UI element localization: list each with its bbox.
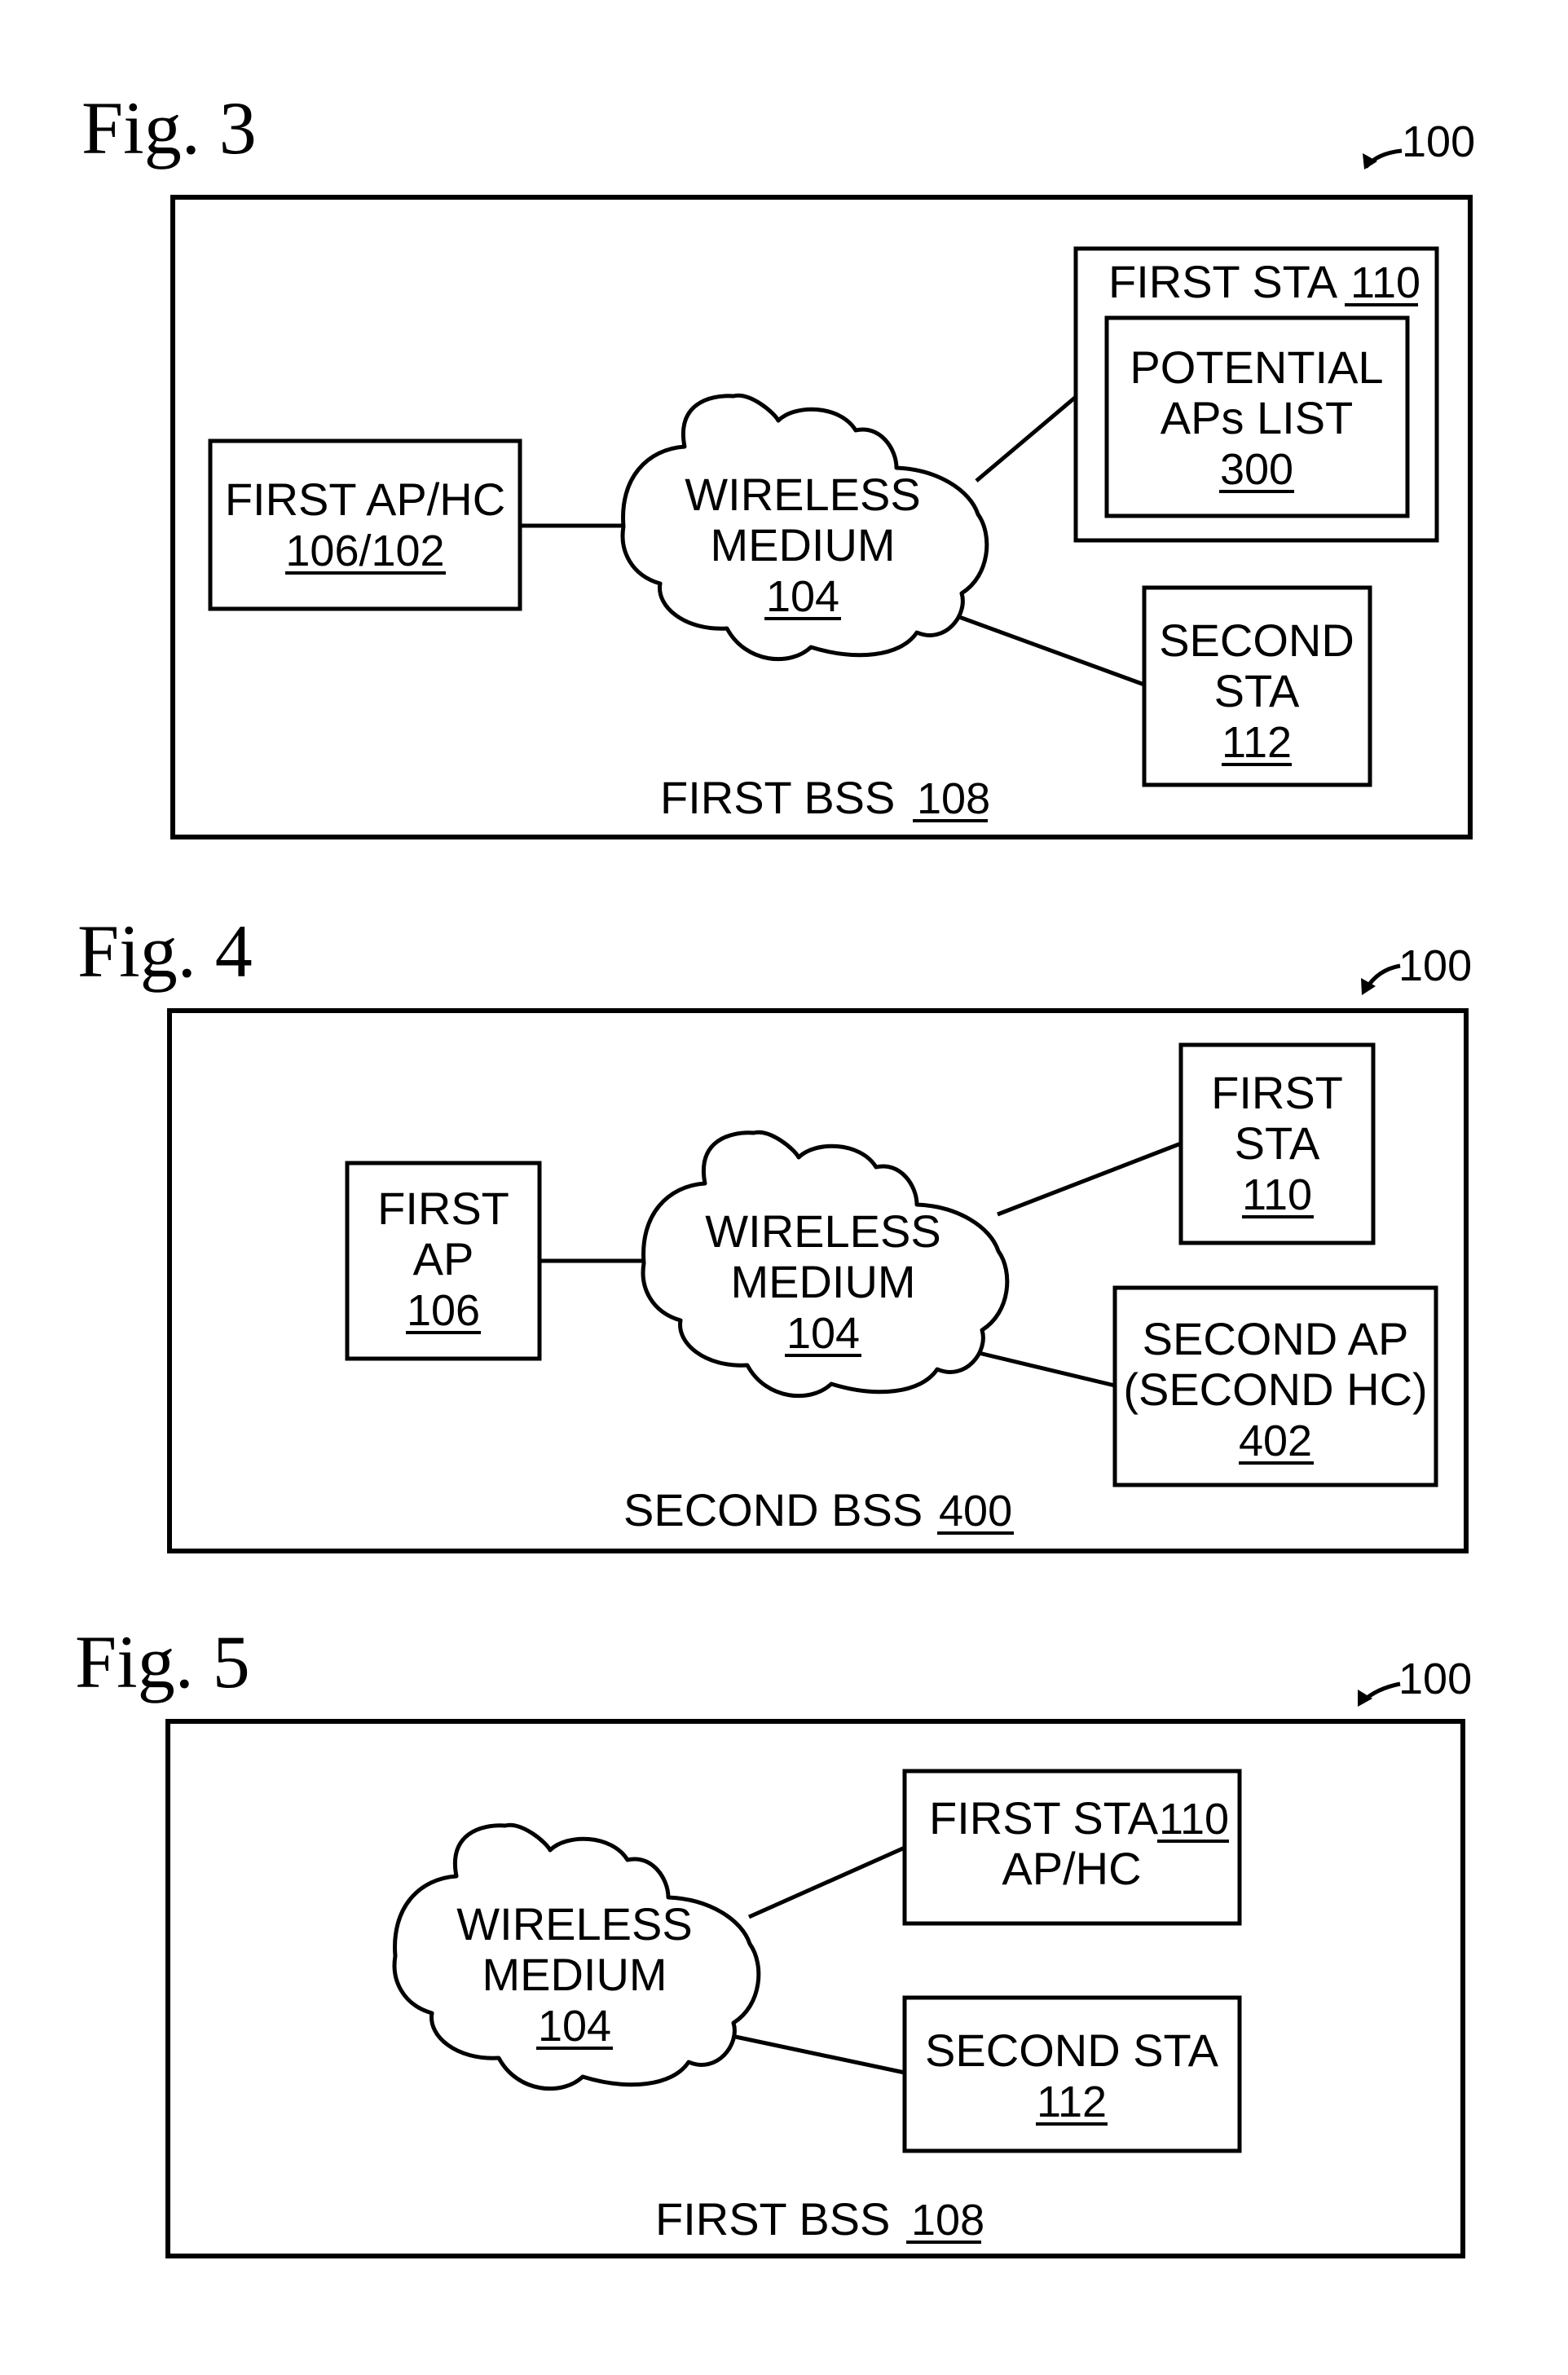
figure-4-ref-100: 100 bbox=[1361, 941, 1472, 995]
figure-4-title: Fig. 4 bbox=[77, 910, 253, 993]
figure-5: Fig. 5 100 WIRELESS MEDIUM 104 FIRST STA… bbox=[75, 1620, 1472, 2258]
node-label-line2: STA bbox=[1235, 1117, 1320, 1169]
node-ref: 106/102 bbox=[285, 527, 444, 575]
node-label-line1: FIRST bbox=[1211, 1067, 1343, 1118]
cloud-label-line2: MEDIUM bbox=[730, 1256, 915, 1307]
second-ap-node: SECOND AP (SECOND HC) 402 bbox=[1112, 1285, 1438, 1487]
node-label-line2: STA bbox=[1214, 665, 1300, 716]
cloud-ref: 104 bbox=[538, 2002, 611, 2051]
node-ref: 402 bbox=[1239, 1417, 1312, 1465]
arrowhead-icon bbox=[1358, 1690, 1372, 1707]
second-sta-node: SECOND STA 112 bbox=[1142, 585, 1372, 787]
bss-name: SECOND BSS bbox=[623, 1484, 923, 1536]
first-ap-hc-box bbox=[208, 438, 522, 611]
figure-ref-label: 100 bbox=[1398, 1655, 1472, 1703]
bss-name: FIRST BSS bbox=[655, 2193, 890, 2245]
node-label: FIRST AP/HC bbox=[225, 474, 505, 525]
link-cloud-first-sta bbox=[997, 1141, 1182, 1217]
node-label-line2: AP bbox=[413, 1233, 474, 1284]
patent-drawing-sheet: Fig. 3 100 FIRST AP/HC 106/102 WIRELESS … bbox=[75, 86, 1475, 2258]
node-label-line2: AP/HC bbox=[1002, 1843, 1141, 1894]
cloud-ref: 104 bbox=[786, 1309, 860, 1358]
node-ref: 112 bbox=[1037, 2078, 1107, 2126]
node-label-line1: SECOND bbox=[1159, 615, 1354, 666]
node-ref: 110 bbox=[1350, 258, 1420, 307]
first-sta-node: FIRST STA 110 POTENTIAL APs LIST 300 bbox=[1073, 246, 1439, 543]
link-cloud-first-sta bbox=[975, 395, 1077, 482]
node-label: FIRST STA bbox=[1108, 256, 1338, 307]
first-ap-node: FIRST AP 106 bbox=[345, 1161, 542, 1361]
link-cloud-second-sta bbox=[727, 2033, 905, 2075]
first-sta-node: FIRST STA 110 bbox=[1178, 1042, 1376, 1245]
figure-5-title: Fig. 5 bbox=[75, 1620, 250, 1703]
figure-3-title: Fig. 3 bbox=[81, 86, 257, 170]
arrowhead-icon bbox=[1363, 153, 1377, 170]
first-sta-ap-hc-node: FIRST STA 110 AP/HC bbox=[902, 1769, 1242, 1926]
node-label: SECOND STA bbox=[925, 2025, 1219, 2076]
first-ap-hc-node: FIRST AP/HC 106/102 bbox=[208, 438, 522, 611]
cloud-label-line1: WIRELESS bbox=[456, 1898, 692, 1950]
cloud-ref: 104 bbox=[766, 572, 839, 621]
link-cloud-second-sta bbox=[958, 615, 1145, 687]
node-ref: 110 bbox=[1242, 1170, 1312, 1219]
cloud-label-line2: MEDIUM bbox=[710, 519, 895, 571]
wireless-medium-cloud: WIRELESS MEDIUM 104 bbox=[392, 1822, 761, 2091]
figure-ref-label: 100 bbox=[1398, 941, 1472, 990]
node-ref: 110 bbox=[1159, 1795, 1229, 1844]
bss-ref: 108 bbox=[917, 774, 990, 823]
node-ref: 112 bbox=[1222, 718, 1292, 767]
link-cloud-first-sta bbox=[747, 1845, 906, 1919]
link-cloud-second-ap bbox=[978, 1351, 1116, 1388]
bss-ref: 108 bbox=[911, 2196, 984, 2245]
figure-5-ref-100: 100 bbox=[1358, 1655, 1472, 1707]
list-label-line2: APs LIST bbox=[1161, 392, 1354, 443]
node-label-line1: FIRST bbox=[377, 1183, 509, 1234]
bss-label: SECOND BSS 400 bbox=[623, 1484, 1014, 1536]
bss-label: FIRST BSS 108 bbox=[660, 772, 990, 823]
node-ref: 106 bbox=[407, 1286, 480, 1335]
second-sta-node: SECOND STA 112 bbox=[902, 1995, 1242, 2153]
figure-ref-label: 100 bbox=[1402, 117, 1475, 166]
list-label-line1: POTENTIAL bbox=[1130, 341, 1383, 393]
node-label-line1: SECOND AP bbox=[1143, 1313, 1409, 1364]
bss-label: FIRST BSS 108 bbox=[655, 2193, 984, 2245]
cloud-label-line1: WIRELESS bbox=[685, 469, 920, 520]
node-label: FIRST STA bbox=[929, 1792, 1159, 1844]
bss-ref: 400 bbox=[939, 1487, 1012, 1536]
cloud-label-line1: WIRELESS bbox=[705, 1205, 940, 1257]
figure-4: Fig. 4 100 FIRST AP 106 WIRELESS MEDIUM … bbox=[77, 910, 1472, 1553]
cloud-label-line2: MEDIUM bbox=[482, 1949, 667, 2000]
node-label-line2: (SECOND HC) bbox=[1123, 1364, 1427, 1415]
list-ref: 300 bbox=[1220, 445, 1293, 494]
wireless-medium-cloud: WIRELESS MEDIUM 104 bbox=[641, 1130, 1010, 1399]
first-bss-boundary bbox=[165, 1719, 1465, 2258]
figure-3-ref-100: 100 bbox=[1363, 117, 1475, 170]
figure-3: Fig. 3 100 FIRST AP/HC 106/102 WIRELESS … bbox=[81, 86, 1475, 839]
bss-name: FIRST BSS bbox=[660, 772, 895, 823]
wireless-medium-cloud: WIRELESS MEDIUM 104 bbox=[620, 393, 989, 662]
